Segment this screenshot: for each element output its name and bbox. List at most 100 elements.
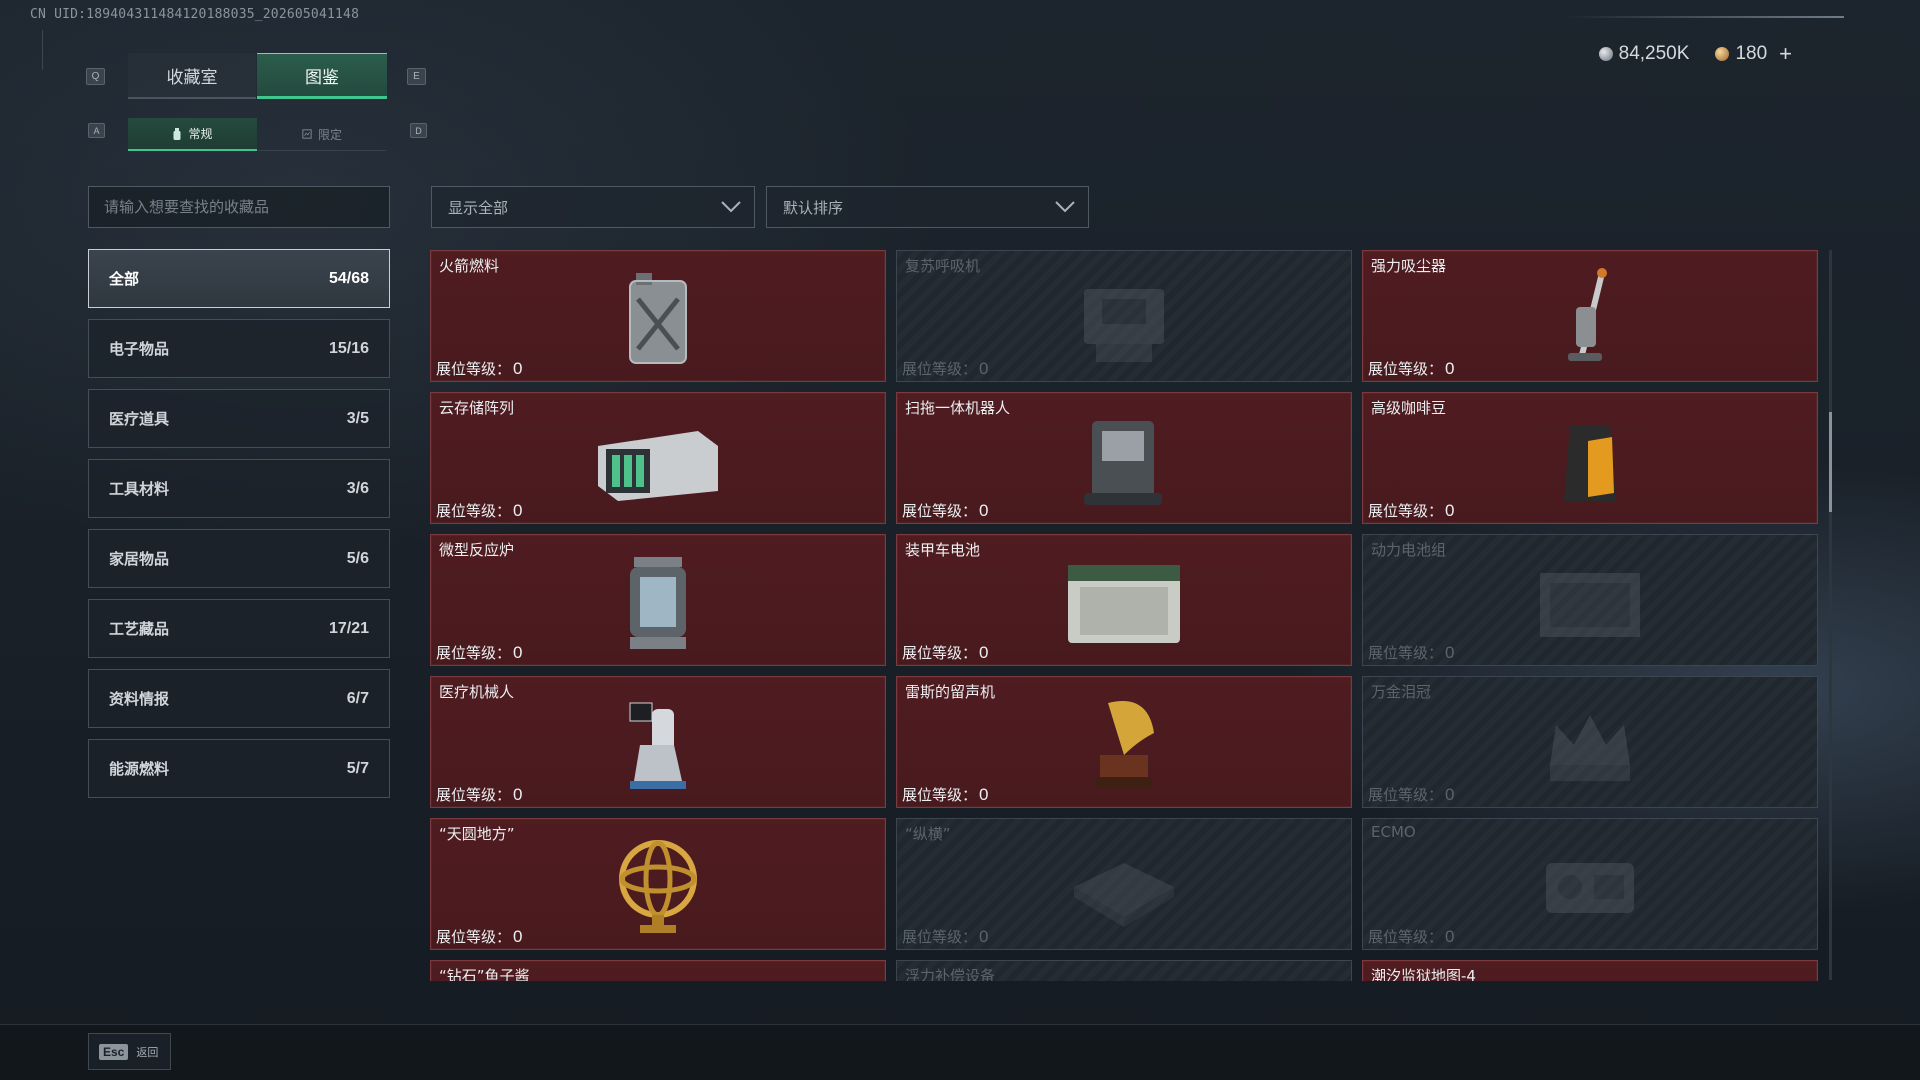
filter-dropdown-value: 显示全部 xyxy=(448,198,509,217)
item-level-value: 0 xyxy=(1445,785,1455,804)
back-button[interactable]: Esc 返回 xyxy=(88,1033,171,1070)
scrollbar[interactable] xyxy=(1829,250,1832,980)
subtab-regular-label: 常规 xyxy=(188,127,213,141)
category-energy[interactable]: 能源燃料 5/7 xyxy=(88,739,390,798)
item-level: 展位等级： 0 xyxy=(1368,642,1454,663)
tab-collection-room[interactable]: 收藏室 xyxy=(128,53,256,99)
gold-amount: 180 xyxy=(1735,43,1768,64)
item-name: ECMO xyxy=(1371,823,1416,841)
back-label: 返回 xyxy=(136,1045,159,1059)
silver-amount: 84,250K xyxy=(1618,43,1690,64)
item-level-value: 0 xyxy=(513,927,523,946)
key-hint-a: A xyxy=(88,123,105,138)
subtab-regular[interactable]: 常规 xyxy=(128,118,257,151)
category-tools[interactable]: 工具材料 3/6 xyxy=(88,459,390,518)
item-card[interactable]: 扫拖一体机器人 展位等级： 0 xyxy=(896,392,1352,524)
add-currency-button[interactable]: + xyxy=(1779,41,1792,67)
item-level: 展位等级： 0 xyxy=(902,926,988,947)
category-medical[interactable]: 医疗道具 3/5 xyxy=(88,389,390,448)
item-card[interactable]: 浮力补偿设备 xyxy=(896,960,1352,981)
category-electronics[interactable]: 电子物品 15/16 xyxy=(88,319,390,378)
category-crafts[interactable]: 工艺藏品 17/21 xyxy=(88,599,390,658)
item-level-label: 展位等级： xyxy=(1368,360,1444,378)
chevron-down-icon xyxy=(1055,201,1075,213)
item-card[interactable]: 装甲车电池 展位等级： 0 xyxy=(896,534,1352,666)
decor-line xyxy=(42,30,52,70)
item-level-value: 0 xyxy=(1445,927,1455,946)
item-name: “纵横” xyxy=(905,825,951,843)
mop-robot-icon xyxy=(1084,421,1162,505)
item-level: 展位等级： 0 xyxy=(902,784,988,805)
item-card[interactable]: 高级咖啡豆展位等级： 0 xyxy=(1362,392,1818,524)
item-level: 展位等级： 0 xyxy=(436,358,522,379)
item-card[interactable]: 云存储阵列 展位等级： 0 xyxy=(430,392,886,524)
item-level-value: 0 xyxy=(1445,501,1455,520)
item-level-value: 0 xyxy=(1445,643,1455,662)
item-name: 浮力补偿设备 xyxy=(905,967,996,981)
item-card[interactable]: “天圆地方” 展位等级： 0 xyxy=(430,818,886,950)
category-all[interactable]: 全部 54/68 xyxy=(88,249,390,308)
currency-silver: 84,250K xyxy=(1598,43,1690,65)
item-card[interactable]: 医疗机械人 展位等级： 0 xyxy=(430,676,886,808)
battery-pack-icon xyxy=(1540,573,1640,637)
item-name: 强力吸尘器 xyxy=(1371,257,1447,275)
chevron-down-icon xyxy=(721,201,741,213)
subtab-limited[interactable]: 限定 xyxy=(258,118,386,151)
item-card[interactable]: ECMO 展位等级： 0 xyxy=(1362,818,1818,950)
item-card[interactable]: “纵横” 展位等级： 0 xyxy=(896,818,1352,950)
frame-icon xyxy=(302,129,312,139)
key-hint-e: E xyxy=(407,68,426,85)
bcd-icon xyxy=(1044,969,1204,981)
item-level-label: 展位等级： xyxy=(902,928,978,946)
item-name: 火箭燃料 xyxy=(439,257,500,275)
category-label: 工具材料 xyxy=(109,480,170,498)
filter-dropdown[interactable]: 显示全部 xyxy=(431,186,755,228)
item-level: 展位等级： 0 xyxy=(1368,500,1454,521)
item-name: 潮汐监狱地图-4 xyxy=(1371,967,1476,981)
item-name: 动力电池组 xyxy=(1371,541,1447,559)
category-household[interactable]: 家居物品 5/6 xyxy=(88,529,390,588)
item-level-label: 展位等级： xyxy=(436,786,512,804)
category-count: 3/5 xyxy=(346,409,369,427)
item-name: 云存储阵列 xyxy=(439,399,515,417)
search-input[interactable] xyxy=(88,186,390,228)
item-level-label: 展位等级： xyxy=(1368,786,1444,804)
sort-dropdown-value: 默认排序 xyxy=(783,198,844,217)
item-card[interactable]: 复苏呼吸机 展位等级： 0 xyxy=(896,250,1352,382)
item-name: 高级咖啡豆 xyxy=(1371,399,1447,417)
item-card[interactable]: “钻石”鱼子酱 xyxy=(430,960,886,981)
uid-label: CN UID:1894043114841201880​35_2026050411… xyxy=(30,7,360,22)
esc-key: Esc xyxy=(99,1043,129,1060)
item-name: “天圆地方” xyxy=(439,825,515,843)
tab-catalog[interactable]: 图鉴 xyxy=(257,53,387,99)
item-level-value: 0 xyxy=(979,643,989,662)
item-card[interactable]: 万金泪冠 展位等级： 0 xyxy=(1362,676,1818,808)
category-intel[interactable]: 资料情报 6/7 xyxy=(88,669,390,728)
item-card[interactable]: 动力电池组展位等级： 0 xyxy=(1362,534,1818,666)
item-level: 展位等级： 0 xyxy=(1368,784,1454,805)
subtab-limited-label: 限定 xyxy=(317,127,342,142)
key-hint-q: Q xyxy=(86,68,105,85)
armillary-sphere-icon xyxy=(619,840,697,933)
category-count: 15/16 xyxy=(328,339,369,357)
reactor-icon xyxy=(630,557,686,649)
item-card[interactable]: 雷斯的留声机 展位等级： 0 xyxy=(896,676,1352,808)
item-level: 展位等级： 0 xyxy=(436,926,522,947)
item-level-label: 展位等级： xyxy=(436,502,512,520)
item-card[interactable]: 微型反应炉 展位等级： 0 xyxy=(430,534,886,666)
item-level: 展位等级： 0 xyxy=(902,358,988,379)
item-level-label: 展位等级： xyxy=(1368,644,1444,662)
item-level: 展位等级： 0 xyxy=(1368,358,1454,379)
sort-dropdown[interactable]: 默认排序 xyxy=(766,186,1089,228)
category-label: 工艺藏品 xyxy=(109,620,170,638)
scrollbar-thumb[interactable] xyxy=(1829,412,1832,512)
item-level-label: 展位等级： xyxy=(1368,502,1444,520)
item-level: 展位等级： 0 xyxy=(902,642,988,663)
category-label: 全部 xyxy=(109,270,140,288)
item-card[interactable]: 潮汐监狱地图-4 xyxy=(1362,960,1818,981)
item-level-value: 0 xyxy=(979,501,989,520)
item-card[interactable]: 火箭燃料展位等级： 0 xyxy=(430,250,886,382)
item-card[interactable]: 强力吸尘器展位等级： 0 xyxy=(1362,250,1818,382)
item-name: 扫拖一体机器人 xyxy=(905,399,1011,417)
item-name: “钻石”鱼子酱 xyxy=(439,967,530,981)
